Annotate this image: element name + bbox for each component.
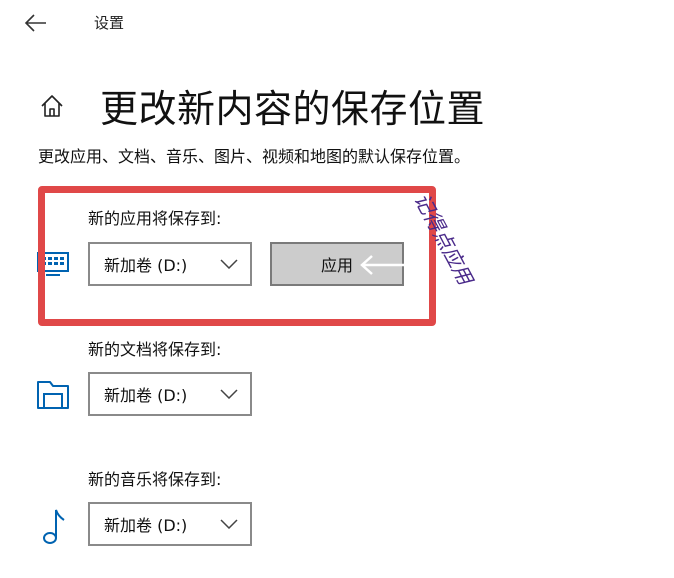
folder-icon xyxy=(36,378,72,412)
music-note-icon xyxy=(40,506,68,546)
annotation-handwritten-note: 记得点应用 xyxy=(410,189,479,290)
music-drive-dropdown[interactable]: 新加卷 (D:) xyxy=(88,502,252,546)
documents-save-label: 新的文档将保存到: xyxy=(88,340,222,359)
page-title: 更改新内容的保存位置 xyxy=(100,87,486,131)
chevron-down-icon xyxy=(220,519,238,529)
svg-text:记得点应用: 记得点应用 xyxy=(410,189,479,290)
annotation-arrow-icon xyxy=(360,255,404,275)
back-arrow-icon xyxy=(24,14,46,32)
chevron-down-icon xyxy=(220,389,238,399)
window-title: 设置 xyxy=(94,14,125,32)
page-description: 更改应用、文档、音乐、图片、视频和地图的默认保存位置。 xyxy=(38,147,471,166)
documents-drive-value: 新加卷 (D:) xyxy=(104,386,188,405)
home-icon[interactable] xyxy=(38,92,66,120)
documents-drive-dropdown[interactable]: 新加卷 (D:) xyxy=(88,372,252,416)
music-drive-value: 新加卷 (D:) xyxy=(104,516,188,535)
music-save-label: 新的音乐将保存到: xyxy=(88,470,222,489)
back-button[interactable] xyxy=(22,10,50,36)
